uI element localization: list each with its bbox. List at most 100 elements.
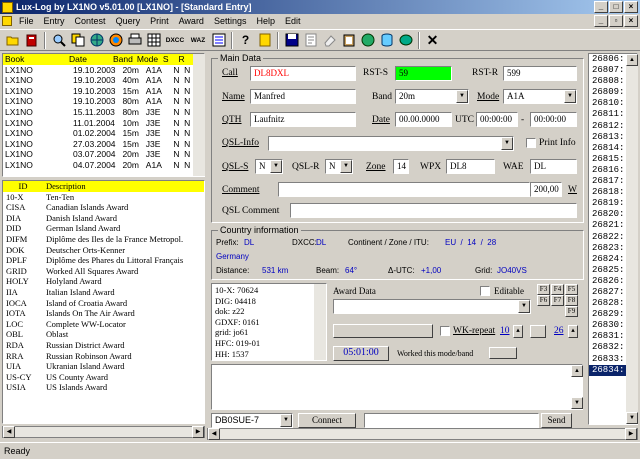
award-row[interactable]: IOTA Islands On The Air Award	[3, 308, 204, 319]
qso-number-scrollbar[interactable]: ▲ ▼	[626, 54, 638, 424]
award-info-list[interactable]: 10-X: 70624 DIG: 04418 dok: z22 GDXF: 0161 g…	[211, 283, 327, 361]
menu-settings[interactable]: Settings	[209, 16, 252, 26]
comment-input[interactable]	[278, 182, 530, 197]
eraser-icon[interactable]	[321, 32, 338, 49]
power-input[interactable]: 200,00	[530, 182, 562, 197]
chevron-down-icon[interactable]: ▼	[270, 160, 282, 173]
menu-query[interactable]: Query	[111, 16, 146, 26]
award-row[interactable]: DOK Deutscher Orts-Kenner	[3, 245, 204, 256]
scroll-left-arrow[interactable]: ◀	[3, 426, 15, 438]
scroll-right-arrow[interactable]: ▶	[192, 426, 204, 438]
f4-button[interactable]: F4	[551, 284, 564, 295]
qth-input[interactable]: Laufnitz	[250, 112, 356, 127]
mdi-close-button[interactable]: ×	[624, 15, 638, 27]
f8-button[interactable]: F8	[565, 295, 578, 306]
cluster-scroll-up-arrow[interactable]: ▲	[571, 365, 583, 377]
award-row[interactable]: CISA Canadian Islands Award	[3, 202, 204, 213]
logbook-row[interactable]: LX1NO 19.10.2003 15m A1A N N	[3, 86, 193, 97]
menu-help[interactable]: Help	[251, 16, 280, 26]
f6-button[interactable]: F6	[537, 295, 550, 306]
logbook-row[interactable]: LX1NO 04.07.2004 20m A1A N N	[3, 160, 193, 171]
scroll-down-arrow[interactable]: ▼	[626, 412, 638, 424]
mode-select[interactable]: A1A ▼	[503, 89, 577, 104]
f3-button[interactable]: F3	[537, 284, 550, 295]
award-row[interactable]: DPLF Diplôme des Phares du Littoral Franç…	[3, 255, 204, 266]
spin-up-arrow[interactable]: ▴	[513, 325, 523, 338]
help-icon[interactable]: ?	[237, 32, 254, 49]
menu-entry[interactable]: Entry	[39, 16, 70, 26]
clipboard-icon[interactable]	[340, 32, 357, 49]
header-band[interactable]: Band	[111, 54, 135, 65]
wae-input[interactable]: DL	[530, 159, 577, 174]
cluster-scroll-down-arrow[interactable]: ▼	[571, 397, 583, 409]
header-book[interactable]: Book	[3, 54, 67, 65]
award-row[interactable]: IIA Italian Island Award	[3, 287, 204, 298]
logbook-row[interactable]: LX1NO 11.01.2004 10m J3E N N	[3, 118, 193, 129]
award-row[interactable]: US-CY US County Award	[3, 372, 204, 383]
award-info-item[interactable]: GDXF: 0161	[215, 317, 323, 328]
chevron-down-icon[interactable]: ▼	[564, 90, 576, 103]
open-folder-icon[interactable]	[4, 32, 21, 49]
award-row[interactable]: HOLY Holyland Award	[3, 276, 204, 287]
globe-network-icon[interactable]	[359, 32, 376, 49]
main-scroll-left-arrow[interactable]: ◀	[208, 428, 220, 440]
award-row[interactable]: 10-X Ten-Ten	[3, 192, 204, 203]
awards-hscrollbar[interactable]: ◀ ▶	[2, 426, 205, 438]
chevron-down-icon[interactable]: ▼	[340, 160, 352, 173]
save-icon[interactable]	[283, 32, 300, 49]
header-date[interactable]: Date	[67, 54, 111, 65]
header-id[interactable]: ID	[3, 181, 43, 192]
cancel-x-icon[interactable]: ✕	[424, 32, 441, 49]
f5-button[interactable]: F5	[565, 284, 578, 295]
call-input[interactable]: DL8DXL	[250, 66, 356, 81]
wkrepeat-checkbox[interactable]	[440, 326, 450, 336]
scroll-up-arrow[interactable]: ▲	[626, 54, 638, 66]
copy-icon[interactable]	[69, 32, 86, 49]
chevron-down-icon[interactable]: ▼	[518, 300, 530, 313]
utc-to-input[interactable]: 00:00:00	[530, 112, 577, 127]
chevron-down-icon[interactable]: ▼	[280, 414, 292, 427]
spin-blank-button[interactable]	[530, 325, 546, 338]
timer-button[interactable]: 05:01:00	[333, 346, 389, 361]
date-input[interactable]: 00.00.0000	[395, 112, 452, 127]
award-data-select[interactable]: ▼	[333, 299, 531, 314]
award-row[interactable]: GRID Worked All Squares Award	[3, 266, 204, 277]
wpx-input[interactable]: DL8	[446, 159, 495, 174]
cluster-command-input[interactable]	[364, 413, 539, 428]
award-info-item[interactable]: HH: 1537	[215, 349, 323, 360]
mdi-minimize-button[interactable]: _	[594, 15, 608, 27]
rstr-input[interactable]: 599	[503, 66, 577, 81]
menu-contest[interactable]: Contest	[70, 16, 111, 26]
cluster-node-select[interactable]: DB0SUE-7 ▼	[211, 413, 293, 428]
waz-button[interactable]: WAZ	[188, 32, 208, 49]
f9-button[interactable]: F9	[565, 306, 578, 317]
header-s[interactable]: S	[161, 54, 177, 65]
send-button[interactable]: Send	[541, 413, 572, 428]
color-wheel-icon[interactable]	[107, 32, 124, 49]
logbook-row[interactable]: LX1NO 19.10.2003 20m A1A N N	[3, 65, 193, 76]
logbook-row[interactable]: LX1NO 15.11.2003 80m J3E N N	[3, 107, 193, 118]
qsl-comment-input[interactable]	[290, 203, 577, 218]
award-action-button[interactable]	[333, 324, 433, 338]
disk-icon[interactable]	[397, 32, 414, 49]
logbook-row[interactable]: LX1NO 19.10.2003 40m A1A N N	[3, 75, 193, 86]
database-icon[interactable]	[378, 32, 395, 49]
mdi-restore-button[interactable]: ▫	[609, 15, 623, 27]
utc-from-input[interactable]: 00:00:00	[476, 112, 518, 127]
award-info-item[interactable]: DIG: 04418	[215, 296, 323, 307]
qsls-select[interactable]: N ▼	[255, 159, 283, 174]
connect-button[interactable]: Connect	[298, 413, 356, 428]
globe-icon[interactable]	[88, 32, 105, 49]
chevron-down-icon[interactable]: ▼	[456, 90, 468, 103]
rsts-input[interactable]: 59	[395, 66, 452, 81]
f7-button[interactable]: F7	[551, 295, 564, 306]
minimize-button[interactable]: _	[594, 1, 608, 13]
header-mode[interactable]: Mode	[135, 54, 161, 65]
name-input[interactable]: Manfred	[250, 89, 356, 104]
logbook-row[interactable]: LX1NO 19.10.2003 80m A1A N N	[3, 96, 193, 107]
list-icon[interactable]	[210, 32, 227, 49]
award-info-item[interactable]: HFC: 019-01	[215, 338, 323, 349]
bookmark-icon[interactable]	[256, 32, 273, 49]
award-row[interactable]: DIFM Diplôme des Iles de la France Metrop…	[3, 234, 204, 245]
header-r[interactable]: R	[177, 54, 193, 65]
